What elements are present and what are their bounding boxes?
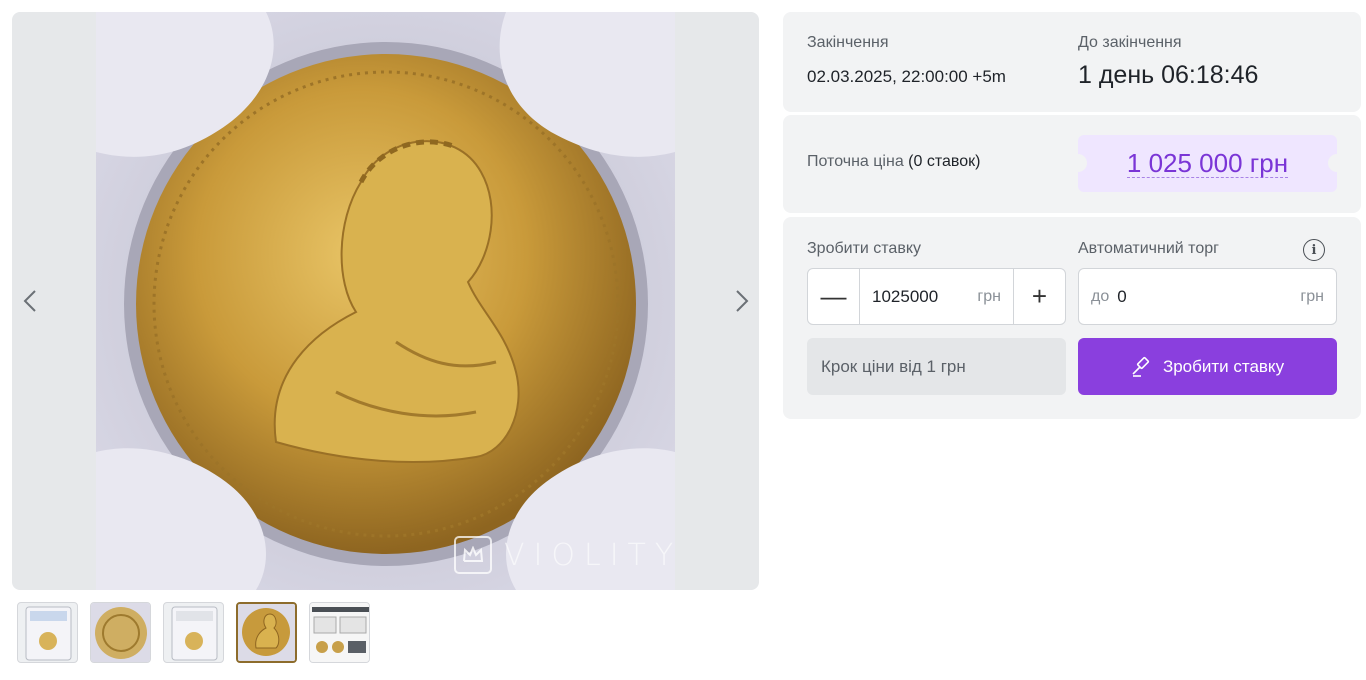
price-step-info: Крок ціни від 1 грн — [807, 338, 1066, 395]
bid-amount-input[interactable]: 1025000 — [872, 287, 972, 307]
increase-bid-button[interactable]: + — [1013, 269, 1065, 324]
countdown-label: До закінчення — [1078, 34, 1182, 51]
gallery-next-button[interactable] — [726, 285, 758, 317]
bid-label: Зробити ставку — [807, 240, 921, 257]
current-price-label-text: Поточна ціна — [807, 153, 904, 170]
decrease-bid-button[interactable]: — — [808, 269, 860, 324]
end-date-value: 02.03.2025, 22:00:00 +5m — [807, 67, 1006, 86]
info-icon[interactable]: i — [1303, 239, 1325, 261]
crown-icon — [454, 536, 492, 574]
thumbnail-4[interactable] — [236, 602, 297, 663]
thumbnail-2[interactable] — [90, 602, 151, 663]
place-bid-button[interactable]: Зробити ставку — [1078, 338, 1337, 395]
auto-bid-input[interactable]: 0 — [1117, 287, 1300, 307]
watermark: VIOLITY — [454, 536, 682, 574]
thumbnail-strip — [17, 602, 370, 663]
watermark-text: VIOLITY — [504, 537, 683, 573]
thumbnail-5[interactable] — [309, 602, 370, 663]
thumbnail-3[interactable] — [163, 602, 224, 663]
thumbnail-1[interactable] — [17, 602, 78, 663]
timing-panel: Закінчення 02.03.2025, 22:00:00 +5m До з… — [783, 12, 1361, 112]
auto-bid-prefix: до — [1091, 287, 1110, 305]
bidding-panel: Зробити ставку Автоматичний торг i — 102… — [783, 217, 1361, 419]
price-ticket: 1 025 000 грн — [1069, 135, 1346, 192]
auto-bid-currency: грн — [1300, 287, 1324, 305]
chevron-left-icon — [23, 290, 36, 312]
countdown-value: 1 день 06:18:46 — [1078, 61, 1259, 89]
gallery-prev-button[interactable] — [14, 285, 46, 317]
current-price-value[interactable]: 1 025 000 грн — [1126, 149, 1289, 178]
bid-currency: грн — [977, 287, 1001, 305]
current-price-panel: Поточна ціна (0 ставок) 1 025 000 грн — [783, 115, 1361, 213]
auto-bid-field[interactable]: до 0 грн — [1078, 268, 1337, 325]
coin-image — [96, 12, 675, 590]
place-bid-label: Зробити ставку — [1162, 356, 1285, 376]
bid-amount-stepper: — 1025000 грн + — [807, 268, 1066, 325]
auto-bid-label: Автоматичний торг — [1078, 240, 1219, 257]
bid-count: (0 ставок) — [908, 153, 981, 170]
chevron-right-icon — [736, 290, 749, 312]
gavel-icon — [1132, 356, 1149, 377]
current-price-label: Поточна ціна (0 ставок) — [807, 153, 980, 171]
coin-photo[interactable] — [96, 12, 675, 590]
image-gallery[interactable]: VIOLITY — [12, 12, 759, 590]
end-date-label: Закінчення — [807, 34, 889, 51]
